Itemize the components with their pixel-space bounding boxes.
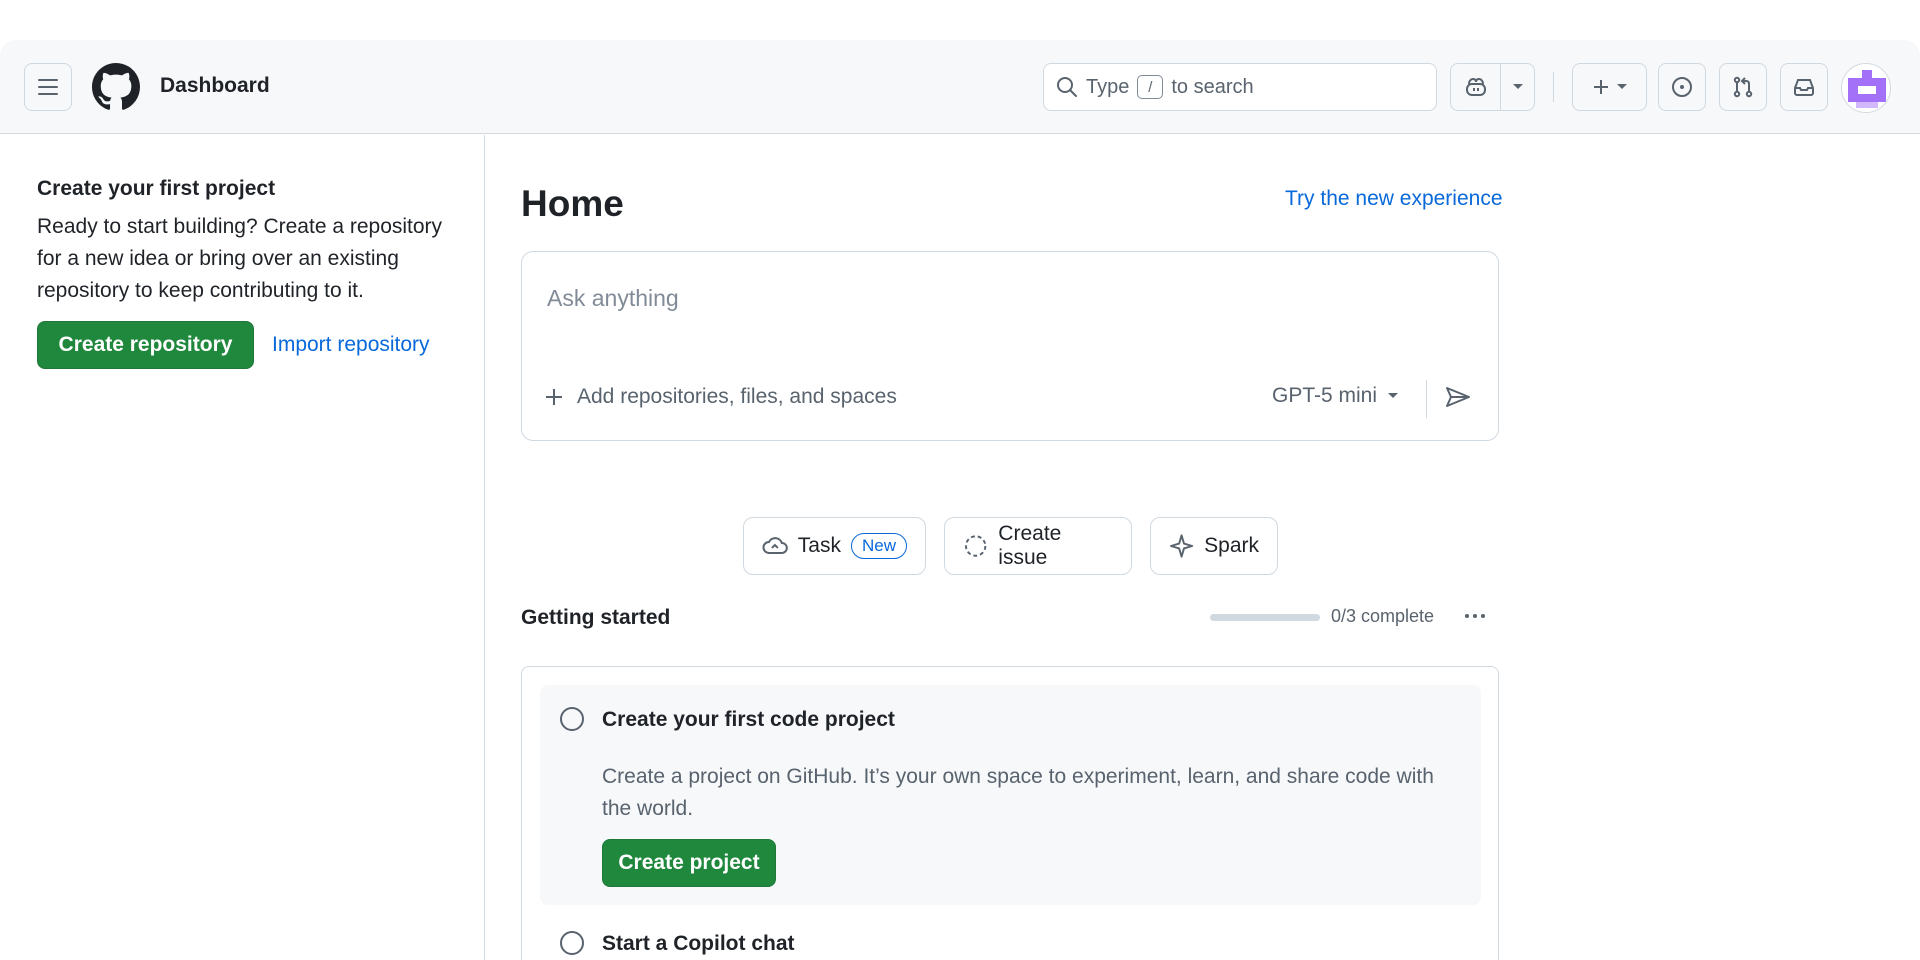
task-label: Task <box>797 534 841 557</box>
cloud-agent-icon <box>762 537 788 554</box>
search-suffix: to search <box>1171 75 1254 98</box>
plus-icon <box>546 389 562 405</box>
create-issue-label: Create issue <box>998 522 1062 569</box>
task-status-circle-icon[interactable] <box>560 931 584 955</box>
model-selector[interactable]: GPT-5 mini <box>1272 384 1399 408</box>
inbox-button[interactable] <box>1780 63 1828 111</box>
github-logo-icon[interactable] <box>92 63 140 111</box>
app-window: Dashboard Type / to search Create your f… <box>0 40 1920 960</box>
model-selector-label: GPT-5 mini <box>1272 384 1378 407</box>
issue-draft-icon <box>964 535 987 557</box>
hamburger-icon <box>38 79 58 95</box>
create-project-button[interactable]: Create project <box>602 839 776 887</box>
sparkle-icon <box>1169 534 1194 558</box>
more-options-button[interactable] <box>1460 602 1490 630</box>
sidebar-title: Create your first project <box>37 177 276 200</box>
list-item[interactable]: Create your first code project Create a … <box>540 685 1481 905</box>
progress-bar <box>1210 614 1320 621</box>
create-issue-button[interactable]: Create issue <box>944 517 1132 575</box>
sidebar-description: Ready to start building? Create a reposi… <box>37 215 443 302</box>
user-avatar[interactable] <box>1841 63 1891 113</box>
create-new-button[interactable] <box>1572 63 1647 111</box>
task-title[interactable]: Create your first code project <box>602 708 895 732</box>
identicon-avatar-icon <box>1842 64 1890 112</box>
header-divider <box>1553 72 1554 102</box>
inbox-icon <box>1794 79 1814 96</box>
progress-text: 0/3 complete <box>1331 606 1435 626</box>
task-button[interactable]: Task New <box>743 517 926 575</box>
plus-icon <box>1593 80 1608 94</box>
copilot-icon <box>1465 77 1486 96</box>
create-repository-button[interactable]: Create repository <box>37 321 254 369</box>
page-title: Home <box>521 183 624 224</box>
sidebar: Create your first project Ready to start… <box>0 135 485 960</box>
task-description: Create a project on GitHub. It’s your ow… <box>602 765 1434 820</box>
menu-button[interactable] <box>24 63 72 111</box>
search-input[interactable]: Type / to search <box>1043 63 1437 111</box>
git-pull-request-icon <box>1733 76 1753 98</box>
issue-opened-icon <box>1672 77 1692 97</box>
copilot-button[interactable] <box>1451 64 1501 110</box>
getting-started-title: Getting started <box>521 606 671 629</box>
task-title[interactable]: Start a Copilot chat <box>602 932 795 956</box>
spark-label: Spark <box>1204 534 1259 557</box>
import-repository-link[interactable]: Import repository <box>272 333 430 357</box>
chevron-down-icon <box>1388 393 1399 398</box>
copilot-button-group <box>1450 63 1535 111</box>
getting-started-list: Create your first code project Create a … <box>521 666 1499 960</box>
ask-divider <box>1426 380 1427 418</box>
issues-button[interactable] <box>1658 63 1706 111</box>
pull-requests-button[interactable] <box>1719 63 1767 111</box>
try-new-experience-link[interactable]: Try the new experience <box>1285 187 1503 211</box>
kebab-horizontal-icon <box>1465 614 1469 618</box>
chevron-down-icon <box>1512 84 1523 89</box>
add-context-label: Add repositories, files, and spaces <box>577 385 897 408</box>
send-button[interactable] <box>1444 385 1472 414</box>
new-badge: New <box>850 533 907 559</box>
chevron-down-icon <box>1616 84 1627 89</box>
ask-input[interactable]: Ask anything <box>547 285 679 312</box>
search-icon <box>1057 77 1077 97</box>
search-shortcut-key: / <box>1137 75 1164 99</box>
copilot-dropdown-button[interactable] <box>1501 64 1534 110</box>
page-context-title[interactable]: Dashboard <box>160 74 270 98</box>
add-context-button[interactable]: Add repositories, files, and spaces <box>545 385 897 409</box>
paper-airplane-icon <box>1446 387 1470 407</box>
ask-copilot-box[interactable]: Ask anything Add repositories, files, an… <box>521 251 1499 441</box>
search-prefix: Type <box>1086 75 1130 98</box>
top-header: Dashboard Type / to search <box>0 40 1920 134</box>
task-status-circle-icon[interactable] <box>560 707 584 731</box>
spark-button[interactable]: Spark <box>1150 517 1278 575</box>
